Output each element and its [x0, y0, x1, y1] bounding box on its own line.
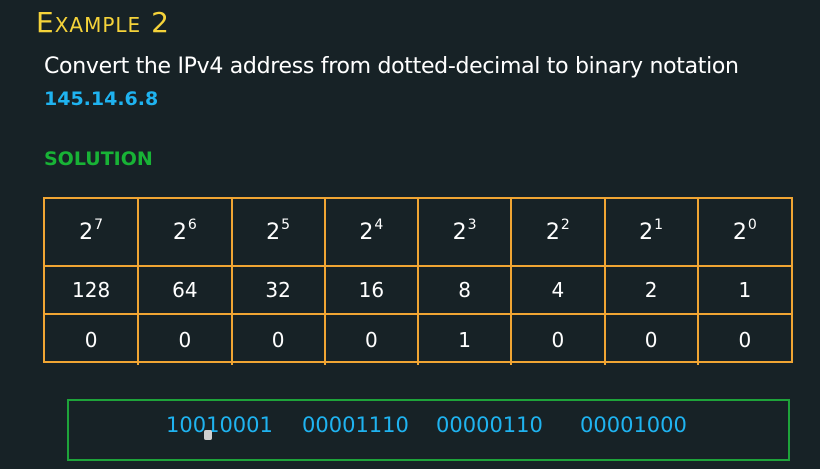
power-base: 2 — [639, 219, 654, 245]
binary-octet-4: 00001000 — [580, 413, 687, 437]
bit-cell: 0 — [45, 313, 140, 365]
power-exponent: 0 — [747, 216, 757, 233]
ip-address: 145.14.6.8 — [44, 88, 159, 110]
bit-cell: 0 — [230, 313, 326, 365]
power-base: 2 — [452, 219, 467, 245]
power-cell: 22 — [510, 199, 606, 267]
power-base: 2 — [732, 219, 747, 245]
values-row: 128 64 32 16 8 4 2 1 — [45, 265, 791, 315]
bit-cell: 1 — [416, 313, 513, 365]
slide-title-text: Example 2 — [36, 6, 170, 39]
power-base: 2 — [545, 219, 560, 245]
powers-row: 27 26 25 24 23 22 21 20 — [45, 199, 791, 267]
power-exponent: 1 — [654, 216, 664, 233]
value-cell: 16 — [323, 265, 420, 315]
power-exponent: 5 — [281, 216, 291, 233]
power-exponent: 6 — [187, 216, 197, 233]
slide-title: Example 2 — [36, 6, 170, 39]
value-cell: 1 — [696, 265, 791, 315]
bit-cell: 0 — [323, 313, 420, 365]
bit-cell: 0 — [603, 313, 699, 365]
power-cell: 26 — [137, 199, 233, 267]
power-exponent: 2 — [560, 216, 570, 233]
binary-result-box: 10010001 00001110 00000110 00001000 — [67, 399, 790, 461]
power-cell: 23 — [416, 199, 513, 267]
power-cell: 25 — [230, 199, 326, 267]
power-exponent: 7 — [94, 216, 104, 233]
power-cell: 27 — [45, 199, 140, 267]
binary-octet-1: 10010001 — [166, 413, 273, 437]
power-cell: 21 — [603, 199, 699, 267]
question-text: Convert the IPv4 address from dotted-dec… — [44, 54, 739, 79]
bit-cell: 0 — [696, 313, 791, 365]
value-cell: 4 — [510, 265, 606, 315]
power-base: 2 — [79, 219, 94, 245]
solution-label: SOLUTION — [44, 148, 153, 170]
bit-cell: 0 — [510, 313, 606, 365]
powers-table: 27 26 25 24 23 22 21 20 128 64 32 16 8 4… — [43, 197, 793, 365]
value-cell: 2 — [603, 265, 699, 315]
value-cell: 8 — [416, 265, 513, 315]
power-base: 2 — [359, 219, 374, 245]
bits-row: 0 0 0 0 1 0 0 0 — [45, 313, 791, 365]
power-exponent: 3 — [467, 216, 477, 233]
power-cell: 20 — [696, 199, 791, 267]
binary-octet-3: 00000110 — [436, 413, 543, 437]
power-cell: 24 — [323, 199, 420, 267]
power-exponent: 4 — [374, 216, 384, 233]
power-base: 2 — [266, 219, 281, 245]
value-cell: 128 — [45, 265, 140, 315]
powers-grid: 27 26 25 24 23 22 21 20 128 64 32 16 8 4… — [45, 199, 791, 365]
value-cell: 32 — [230, 265, 326, 315]
power-base: 2 — [172, 219, 187, 245]
mouse-cursor-icon — [204, 430, 212, 440]
bit-cell: 0 — [137, 313, 233, 365]
binary-octet-2: 00001110 — [302, 413, 409, 437]
value-cell: 64 — [137, 265, 233, 315]
